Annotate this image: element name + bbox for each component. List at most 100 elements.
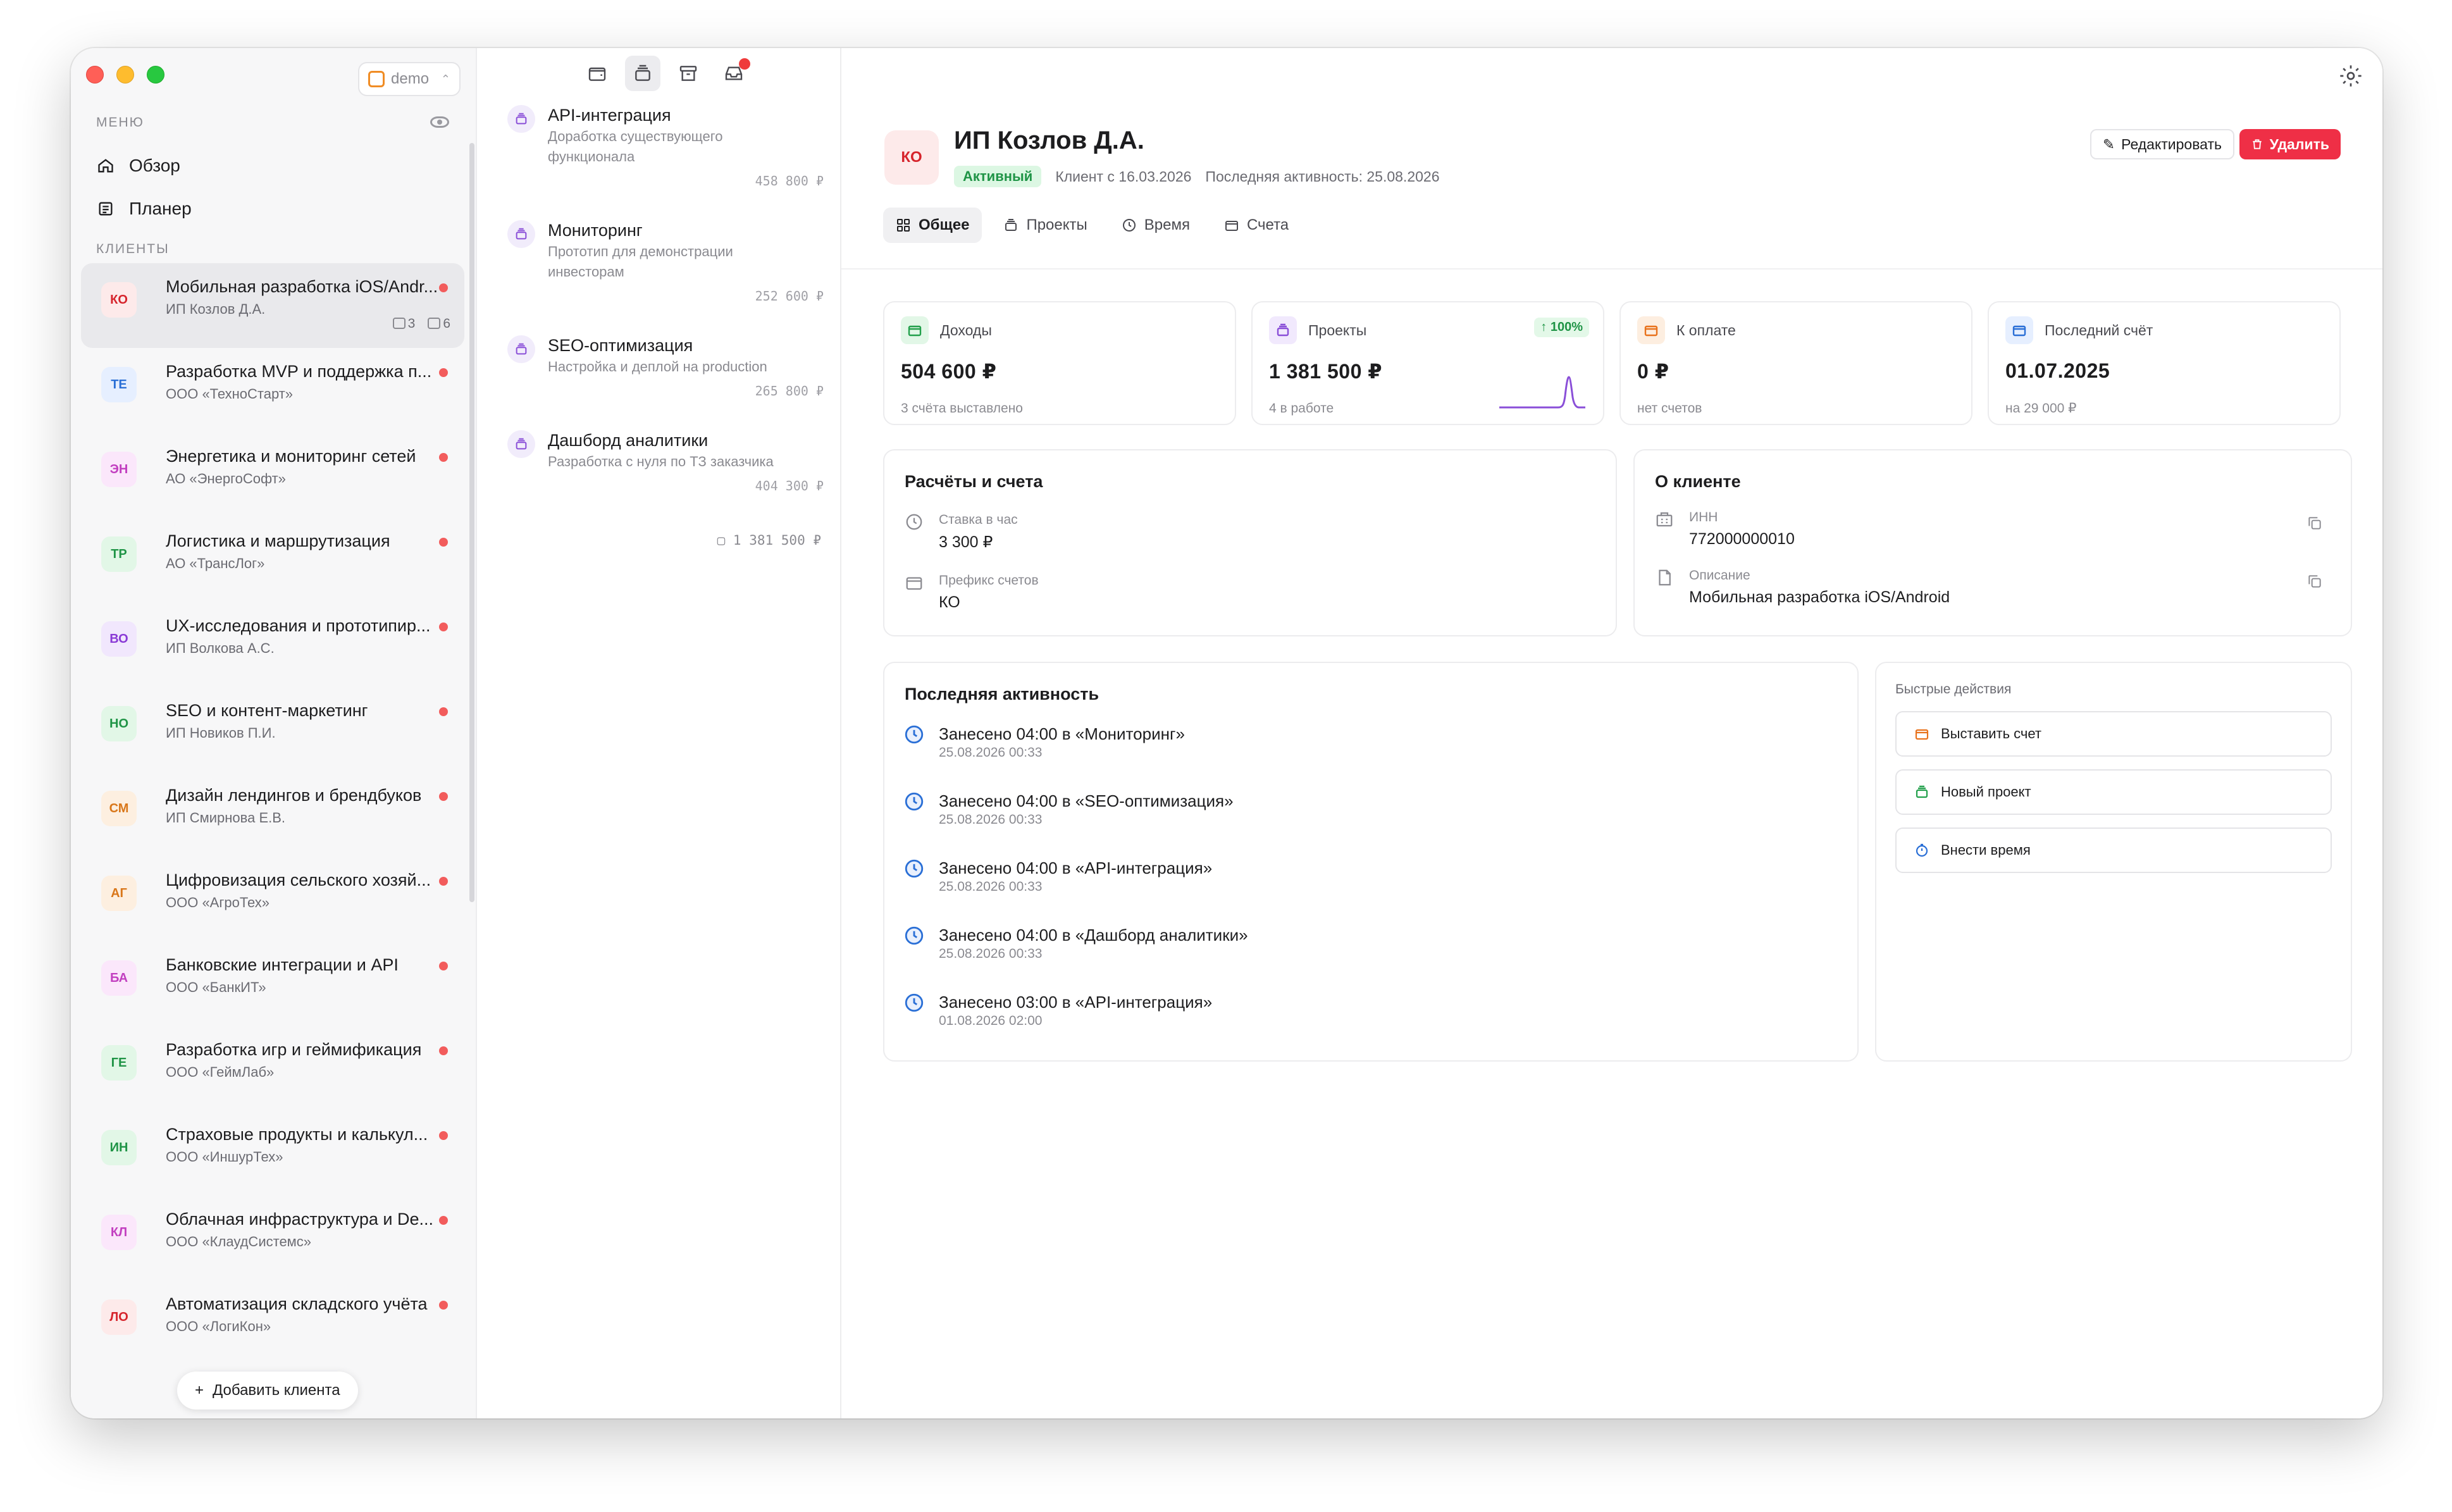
client-name: Логистика и маршрутизация xyxy=(166,531,390,550)
project-item[interactable]: Мониторинг Прототип для демонстрации инв… xyxy=(507,219,824,334)
edit-button[interactable]: ✎ Редактировать xyxy=(2090,129,2234,159)
briefcase-icon xyxy=(507,105,535,133)
unread-dot xyxy=(439,538,448,547)
clock-icon xyxy=(905,926,924,945)
rate-label: Ставка в час xyxy=(939,512,1018,527)
client-item[interactable]: АГ Цифровизация сельского хозяй... ООО «… xyxy=(81,857,464,941)
activity-text: Занесено 04:00 в «Дашборд аналитики» xyxy=(939,926,1248,945)
tab-time[interactable]: Время xyxy=(1109,208,1203,243)
eye-icon[interactable] xyxy=(430,116,449,128)
clock-icon xyxy=(905,792,924,811)
rate-field: Ставка в час 3 300 ₽ xyxy=(905,512,1018,552)
client-avatar: КЛ xyxy=(101,1215,137,1250)
sparkline xyxy=(1499,376,1585,409)
client-item[interactable]: ТЕ Разработка MVP и поддержка п... ООО «… xyxy=(81,348,464,433)
unread-dot xyxy=(439,962,448,970)
zoom-window-button[interactable] xyxy=(147,66,164,84)
workspace-switcher[interactable]: demo ⌃ xyxy=(358,62,461,96)
stat-label: Доходы xyxy=(940,321,992,338)
tab-label: Время xyxy=(1144,216,1190,233)
planner-icon xyxy=(96,199,115,218)
quick-actions-panel: Быстрые действия Выставить счет Новый пр… xyxy=(1875,662,2352,1062)
add-client-label: Добавить клиента xyxy=(213,1382,340,1399)
project-item[interactable]: Дашборд аналитики Разработка с нуля по Т… xyxy=(507,429,824,524)
plus-icon: + xyxy=(195,1382,204,1399)
project-sum: 265 800 ₽ xyxy=(755,383,824,399)
projects-total: ▢ 1 381 500 ₽ xyxy=(717,533,821,548)
project-list: API-интеграция Доработка существующего ф… xyxy=(507,104,824,524)
client-item[interactable]: КО Мобильная разработка iOS/Andr... ИП К… xyxy=(81,263,464,348)
project-sum: 404 300 ₽ xyxy=(755,478,824,493)
activity-date: 01.08.2026 02:00 xyxy=(939,1013,1043,1028)
building-icon xyxy=(1656,512,1673,527)
inbox-filter-button[interactable] xyxy=(716,56,752,91)
stat-subtext: 3 счёта выставлено xyxy=(901,401,1023,416)
nav-item-label: Планер xyxy=(129,199,192,218)
workspace-icon xyxy=(368,71,385,87)
add-client-button[interactable]: + Добавить клиента xyxy=(177,1372,358,1410)
client-item[interactable]: ЭН Энергетика и мониторинг сетей АО «Эне… xyxy=(81,433,464,517)
unread-dot xyxy=(439,877,448,886)
tab-invoices[interactable]: Счета xyxy=(1211,208,1301,243)
client-counts: 3 6 xyxy=(392,316,450,332)
log-time-button[interactable]: Внести время xyxy=(1895,827,2332,873)
briefcase-icon xyxy=(428,318,441,329)
nav-item-planner[interactable]: Планер xyxy=(96,199,192,219)
client-name: SEO и контент-маркетинг xyxy=(166,701,368,720)
client-item[interactable]: НО SEO и контент-маркетинг ИП Новиков П.… xyxy=(81,687,464,772)
client-item[interactable]: СМ Дизайн лендингов и брендбуков ИП Смир… xyxy=(81,772,464,857)
client-org: ООО «КлаудСистемс» xyxy=(166,1234,312,1249)
client-avatar: НО xyxy=(101,706,137,741)
gear-icon[interactable] xyxy=(2338,63,2363,89)
workspace-name: demo xyxy=(391,70,430,87)
nav-item-overview[interactable]: Обзор xyxy=(96,156,180,176)
project-title: SEO-оптимизация xyxy=(548,336,693,355)
trend-badge: ↑ 100% xyxy=(1534,318,1589,337)
client-item[interactable]: БА Банковские интеграции и API ООО «Банк… xyxy=(81,941,464,1026)
quick-action-label: Новый проект xyxy=(1941,784,2031,800)
delete-button[interactable]: Удалить xyxy=(2239,129,2341,159)
archive-filter-button[interactable] xyxy=(671,56,706,91)
invoice-icon xyxy=(1225,221,1238,231)
activity-text: Занесено 04:00 в «Мониторинг» xyxy=(939,724,1185,743)
briefcase-icon xyxy=(1916,785,1928,798)
clock-icon xyxy=(906,514,922,530)
copy-icon[interactable] xyxy=(2306,515,2323,531)
tab-general[interactable]: Общее xyxy=(883,208,982,243)
projects-filter-button[interactable] xyxy=(625,56,660,91)
project-description: Доработка существующего функционала xyxy=(548,128,723,164)
client-item[interactable]: ИН Страховые продукты и калькул... ООО «… xyxy=(81,1111,464,1196)
client-item[interactable]: ТР Логистика и маршрутизация АО «ТрансЛо… xyxy=(81,517,464,602)
invoice-icon xyxy=(906,577,922,590)
issue-invoice-button[interactable]: Выставить счет xyxy=(1895,711,2332,757)
tab-label: Счета xyxy=(1246,216,1289,233)
clock-icon xyxy=(905,725,924,744)
client-item[interactable]: КЛ Облачная инфраструктура и De... ООО «… xyxy=(81,1196,464,1280)
minimize-window-button[interactable] xyxy=(116,66,134,84)
tab-projects[interactable]: Проекты xyxy=(991,208,1099,243)
client-org: ООО «ГеймЛаб» xyxy=(166,1064,275,1080)
projects-toolbar xyxy=(579,56,752,91)
copy-icon[interactable] xyxy=(2306,573,2323,590)
activity-item: Занесено 04:00 в «Мониторинг» 25.08.2026 … xyxy=(903,724,1248,791)
client-name: Мобильная разработка iOS/Andr... xyxy=(166,277,438,296)
activity-item: Занесено 04:00 в «API-интеграция» 25.08.2… xyxy=(903,858,1248,925)
description-label: Описание xyxy=(1689,568,1750,583)
project-item[interactable]: SEO-оптимизация Настройка и деплой на pr… xyxy=(507,334,824,429)
invoices-filter-button[interactable] xyxy=(579,56,615,91)
new-project-button[interactable]: Новый проект xyxy=(1895,769,2332,815)
project-sum: 458 800 ₽ xyxy=(755,173,824,189)
client-avatar: ТЕ xyxy=(101,367,137,402)
client-item[interactable]: ГЕ Разработка игр и геймификация ООО «Ге… xyxy=(81,1026,464,1111)
invoice-count: 3 xyxy=(392,316,415,332)
client-meta: Активный Клиент с 16.03.2026 Последняя а… xyxy=(954,166,1440,187)
project-item[interactable]: API-интеграция Доработка существующего ф… xyxy=(507,104,824,219)
client-item[interactable]: ВО UX-исследования и прототипир... ИП Во… xyxy=(81,602,464,687)
document-icon xyxy=(1659,569,1671,586)
billing-title: Расчёты и счета xyxy=(905,472,1043,491)
sidebar-scrollbar[interactable] xyxy=(469,143,474,902)
client-org: ООО «АгроТех» xyxy=(166,895,270,910)
unread-dot xyxy=(439,1301,448,1310)
close-window-button[interactable] xyxy=(86,66,104,84)
client-item[interactable]: ЛО Автоматизация складского учёта ООО «Л… xyxy=(81,1280,464,1365)
